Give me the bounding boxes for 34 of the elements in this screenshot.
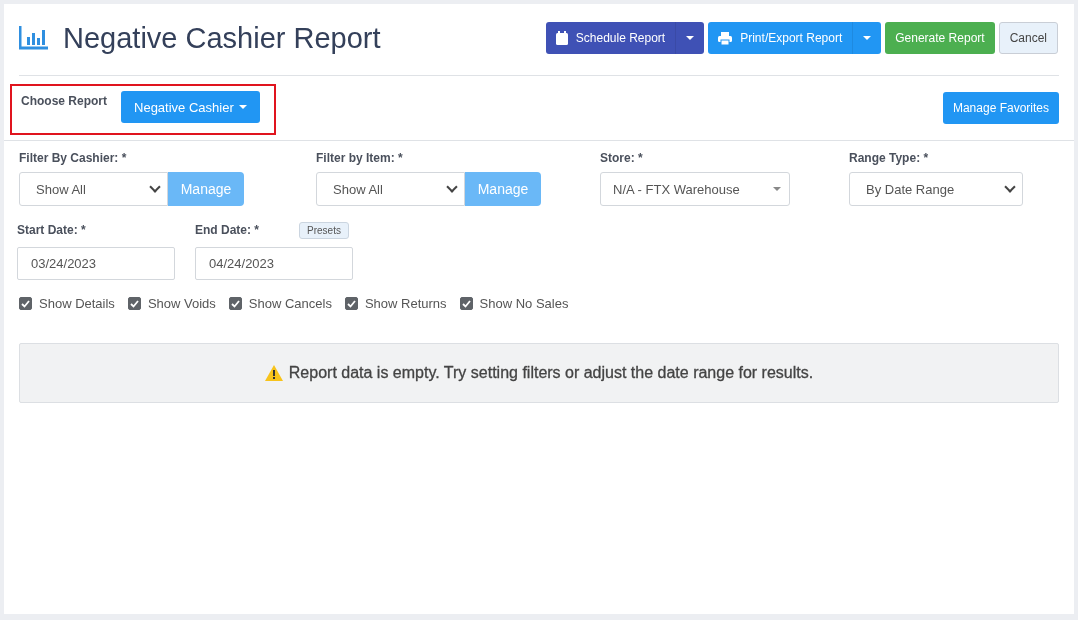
field-label: Start Date: * xyxy=(17,223,86,237)
choose-report-label: Choose Report xyxy=(21,94,107,108)
field-label: Filter By Cashier: * xyxy=(19,151,128,165)
checkbox-label: Show Returns xyxy=(364,296,447,311)
checkbox[interactable] xyxy=(459,297,473,310)
bar-chart-icon xyxy=(19,26,49,50)
store-select[interactable]: N/A - FTX Warehouse xyxy=(600,172,790,206)
date-field[interactable]: 03/24/2023 xyxy=(17,247,175,280)
cancel-button[interactable]: Cancel xyxy=(998,22,1058,54)
date-field[interactable]: 04/24/2023 xyxy=(195,247,353,280)
field-label: Filter by Item: * xyxy=(316,151,404,165)
checkbox[interactable] xyxy=(127,297,141,310)
report-button[interactable]: Schedule Report xyxy=(545,22,676,54)
checkbox[interactable] xyxy=(344,297,358,310)
dropdown-toggle[interactable] xyxy=(852,22,882,54)
alert-message: Report data is empty. Try setting filters or adjust the date range for results. xyxy=(288,364,814,382)
presets-button[interactable]: Presets xyxy=(299,221,349,239)
checkbox-label: Show Cancels xyxy=(248,296,332,311)
select-field[interactable]: Show All xyxy=(19,172,168,206)
checkbox-label: Show Details xyxy=(39,296,115,311)
printer-icon xyxy=(718,31,733,45)
page-title: Negative Cashier Report xyxy=(63,21,381,55)
calendar-icon xyxy=(555,31,568,45)
field-label: End Date: * xyxy=(195,223,259,237)
checkbox[interactable] xyxy=(228,297,242,310)
dropdown-toggle[interactable] xyxy=(675,22,705,54)
warning-icon xyxy=(264,365,283,381)
checkbox[interactable] xyxy=(19,297,32,310)
checkbox-label: Show No Sales xyxy=(479,296,569,311)
select-field[interactable]: By Date Range xyxy=(849,172,1023,206)
field-label: Store: * xyxy=(600,151,644,165)
select-field[interactable]: Show All xyxy=(316,172,465,206)
checkbox-label: Show Voids xyxy=(147,296,216,311)
field-label: Range Type: * xyxy=(849,151,930,165)
